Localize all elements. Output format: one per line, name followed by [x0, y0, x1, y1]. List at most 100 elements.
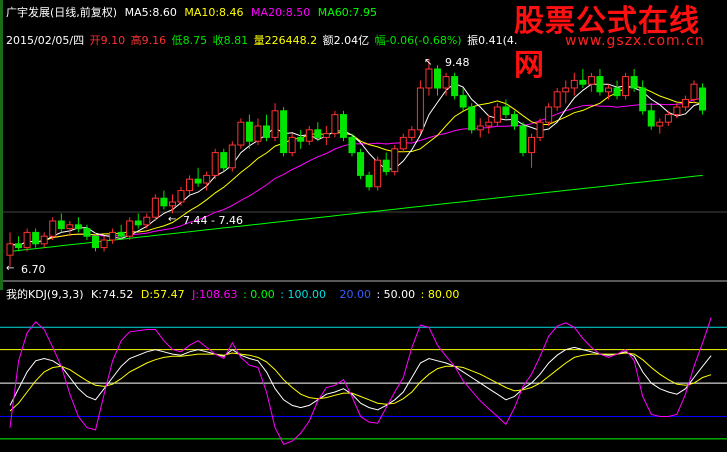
- candle: [228, 141, 236, 172]
- candle: [553, 88, 561, 111]
- amount-label: 额: [322, 34, 334, 47]
- candle: [656, 118, 664, 134]
- candle-body: [49, 220, 57, 237]
- close-label: 收: [212, 34, 224, 47]
- range-arrow-icon: ←: [168, 214, 177, 225]
- ma60-label: MA60:: [317, 6, 353, 19]
- ma5-label: MA5:: [124, 6, 153, 19]
- candle: [485, 114, 493, 134]
- k-label: K:: [91, 288, 102, 301]
- candle-body: [32, 231, 40, 245]
- quote-date: 2015/02/05/四: [6, 34, 85, 47]
- level-20: 20.00: [339, 288, 371, 301]
- candle-body: [74, 224, 82, 230]
- candle: [263, 114, 270, 142]
- candle-body: [6, 243, 14, 256]
- amplitude-value: 0.41(4.: [478, 34, 518, 47]
- candle-body: [297, 136, 305, 142]
- candle: [211, 148, 219, 180]
- candle: [399, 133, 407, 153]
- candle-body: [134, 220, 142, 226]
- candle-body: [160, 197, 168, 207]
- ma10-line: [9, 85, 703, 247]
- ma60-value: 7.95: [352, 6, 377, 19]
- candle: [408, 126, 416, 142]
- candle: [382, 152, 390, 176]
- watermark-url: www.gszx.com.cn: [565, 33, 705, 49]
- candle-body: [605, 87, 612, 93]
- ma10-label: MA10:: [184, 6, 220, 19]
- candle: [468, 103, 476, 134]
- candle: [536, 118, 544, 142]
- candle: [519, 122, 527, 157]
- candle: [639, 80, 647, 115]
- candle-body: [562, 87, 570, 93]
- volume-label: 量: [253, 34, 265, 47]
- candle-body: [66, 224, 74, 230]
- candle: [100, 236, 108, 252]
- high-arrow-icon: ↖: [424, 57, 433, 68]
- high-label: 高: [130, 34, 142, 47]
- candle: [528, 133, 536, 168]
- candle: [32, 228, 40, 248]
- ma5-value: 8.60: [152, 6, 177, 19]
- candle: [476, 118, 484, 138]
- candle-body: [245, 121, 253, 142]
- candle: [297, 129, 305, 149]
- candle: [23, 228, 31, 252]
- candle-body: [357, 152, 365, 176]
- candle: [237, 118, 245, 149]
- candle-body: [656, 121, 664, 127]
- candle: [331, 110, 339, 138]
- candle-body: [493, 106, 501, 123]
- ma5-line: [9, 82, 703, 247]
- candle: [271, 103, 279, 142]
- candle: [391, 145, 399, 176]
- candle: [442, 72, 450, 96]
- level-50: : 50.00: [376, 288, 416, 301]
- candle-body: [92, 235, 99, 249]
- candle: [160, 190, 168, 210]
- low-mark: 6.70: [21, 263, 46, 276]
- candle: [66, 221, 74, 237]
- candle-body: [254, 125, 262, 142]
- left-scroll-bar[interactable]: [0, 0, 3, 290]
- amount-value: 2.04亿: [333, 34, 370, 47]
- candle-body: [681, 98, 689, 108]
- candle-body: [15, 243, 23, 249]
- candle-body: [664, 114, 672, 123]
- candle: [254, 118, 262, 145]
- j-value: 108.63: [199, 288, 238, 301]
- candle: [57, 213, 65, 233]
- candle-body: [322, 133, 330, 138]
- candle-body: [647, 110, 655, 127]
- candle: [545, 103, 553, 126]
- change-value: -0.06(-0.68%): [385, 34, 462, 47]
- candle-body: [468, 106, 476, 131]
- candle-body: [203, 174, 211, 184]
- candle-body: [83, 228, 91, 237]
- candle-body: [220, 152, 228, 169]
- candle-body: [117, 231, 125, 237]
- candle-body: [502, 106, 510, 116]
- candle-body: [237, 121, 245, 146]
- kdj-header: 我的KDJ(9,3,3) K:74.52 D:57.47 J:108.63 : …: [6, 288, 459, 302]
- level-0: : 0.00: [243, 288, 275, 301]
- candle: [416, 80, 424, 134]
- candle-body: [519, 125, 527, 154]
- candle-body: [40, 235, 48, 245]
- candle: [434, 65, 441, 96]
- candle-body: [305, 129, 313, 142]
- candle-body: [510, 114, 518, 127]
- kdj-name: 我的KDJ(9,3,3): [6, 288, 84, 301]
- candle: [605, 84, 612, 100]
- candle-body: [374, 159, 382, 188]
- candle-body: [23, 231, 31, 249]
- candle: [280, 107, 288, 157]
- candle-body: [408, 129, 416, 138]
- candle-body: [57, 220, 65, 230]
- candle-body: [553, 91, 561, 108]
- candle-body: [459, 95, 467, 108]
- volume-value: 226448.2: [264, 34, 318, 47]
- candle: [339, 110, 347, 142]
